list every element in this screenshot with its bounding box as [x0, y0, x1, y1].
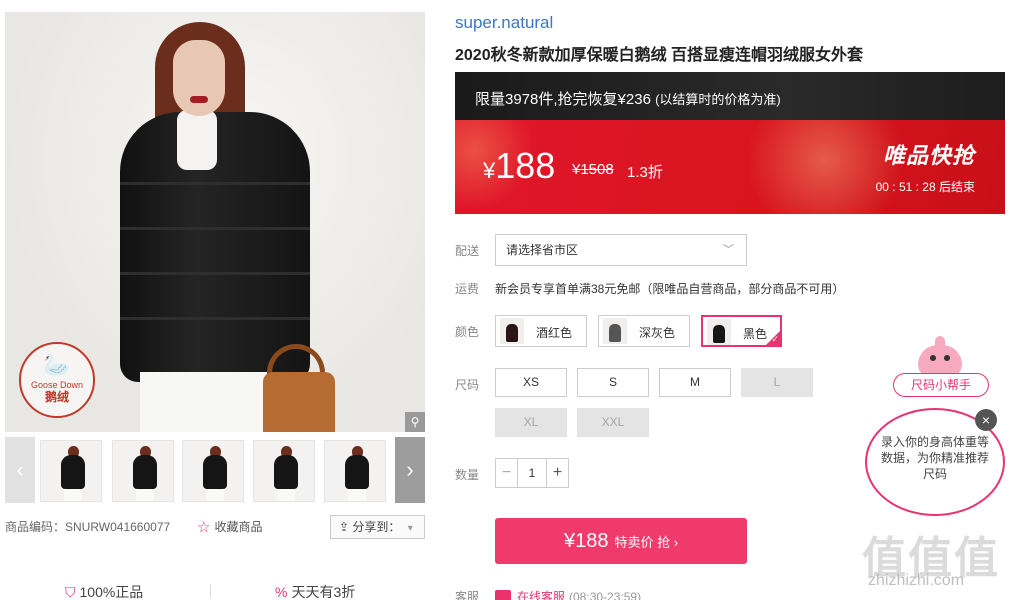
- promo-limit-text: 限量3978件,抢完恢复¥236: [475, 91, 651, 108]
- size-option-xs[interactable]: XS: [495, 368, 567, 397]
- thumbnail[interactable]: [324, 440, 386, 502]
- share-button[interactable]: ⇪ 分享到： ▾: [330, 515, 425, 539]
- sku-row: 商品编码：SNURW041660077 ☆ 收藏商品 ⇪ 分享到： ▾: [5, 515, 425, 539]
- brand-link[interactable]: super.natural: [455, 13, 553, 33]
- thumbnail[interactable]: [253, 440, 315, 502]
- size-option-xxl: XXL: [577, 408, 649, 437]
- product-title: 2020秋冬新款加厚保暖白鹅绒 百搭显瘦连帽羽绒服女外套: [455, 47, 864, 64]
- star-icon: ☆: [197, 519, 211, 536]
- service-label: 客服: [455, 590, 480, 600]
- region-select[interactable]: 请选择省市区 ﹀: [495, 234, 747, 266]
- percent-icon: %: [275, 584, 288, 600]
- sku-code: 商品编码：SNURW041660077: [5, 520, 171, 534]
- favorite-button[interactable]: ☆ 收藏商品: [197, 518, 262, 536]
- color-swatch: [707, 319, 731, 345]
- handbag: [263, 372, 335, 432]
- color-option-black[interactable]: 黑色 ✓: [701, 315, 782, 347]
- buy-now-button[interactable]: ¥188 特卖价 抢 ›: [495, 518, 747, 564]
- quantity-stepper: − 1 +: [495, 458, 569, 488]
- thumb-prev-button[interactable]: ‹: [5, 437, 35, 503]
- online-service-link[interactable]: 在线客服: [517, 590, 565, 600]
- thumbnail[interactable]: [112, 440, 174, 502]
- original-price: ¥1508: [572, 161, 614, 178]
- flash-sale-banner: ¥188 ¥1508 1.3折 唯品快抢 00 : 51 : 28 后结束: [455, 120, 1005, 214]
- guarantee-row: ⛉ 100%正品 % 天天有3折: [5, 578, 425, 600]
- color-swatch: [500, 318, 524, 344]
- thumbnail[interactable]: [40, 440, 102, 502]
- delivery-label: 配送: [455, 244, 480, 258]
- chat-icon: [495, 590, 511, 600]
- size-helper-tag[interactable]: 尺码小帮手: [893, 373, 989, 397]
- size-option-s[interactable]: S: [577, 368, 649, 397]
- goose-down-badge: 🦢 Goose Down 鹅绒: [19, 342, 95, 418]
- flash-sale-title: 唯品快抢: [882, 143, 975, 168]
- promo-limit-banner: 限量3978件,抢完恢复¥236 (以结算时的价格为准): [455, 72, 1005, 120]
- chevron-down-icon: ▾: [407, 523, 413, 534]
- discount-rate: 1.3折: [627, 164, 663, 181]
- promo-limit-note: (以结算时的价格为准): [655, 92, 781, 107]
- color-swatch: [603, 318, 627, 344]
- quantity-input[interactable]: 1: [518, 459, 546, 487]
- color-label: 颜色: [455, 325, 480, 339]
- watermark-url: zhizhizhi.com: [868, 572, 965, 589]
- thumb-next-button[interactable]: ›: [395, 437, 425, 503]
- color-option-dark-gray[interactable]: 深灰色: [598, 315, 690, 347]
- shipping-label: 运费: [455, 282, 480, 296]
- flash-price: ¥188: [483, 145, 556, 186]
- decrement-button[interactable]: −: [496, 459, 518, 487]
- magnifier-icon[interactable]: ⚲: [405, 412, 425, 432]
- main-product-image[interactable]: 🦢 Goose Down 鹅绒 ⚲: [5, 12, 425, 432]
- countdown-timer: 00 : 51 : 28 后结束: [875, 180, 975, 194]
- size-option-m[interactable]: M: [659, 368, 731, 397]
- shield-icon: ⛉: [65, 584, 76, 600]
- close-icon[interactable]: ×: [975, 409, 997, 431]
- goose-icon: 🦢: [43, 352, 71, 377]
- size-option-l: L: [741, 368, 813, 397]
- check-icon: ✓: [771, 334, 779, 344]
- thumbnail[interactable]: [182, 440, 244, 502]
- customer-service: 在线客服 (08:30-23:59): [495, 588, 641, 600]
- shipping-info: 新会员专享首单满38元免邮（限唯品自营商品，部分商品不可用）: [495, 282, 845, 296]
- share-icon: ⇪: [339, 520, 353, 534]
- increment-button[interactable]: +: [546, 459, 568, 487]
- guarantee-authentic: ⛉ 100%正品: [65, 584, 144, 600]
- chevron-down-icon: ﹀: [723, 244, 734, 256]
- size-option-xl: XL: [495, 408, 567, 437]
- quantity-label: 数量: [455, 468, 480, 482]
- color-option-wine-red[interactable]: 酒红色: [495, 315, 587, 347]
- guarantee-discount: % 天天有3折: [275, 584, 356, 600]
- thumbnail-strip: ‹ ›: [5, 437, 425, 503]
- size-label: 尺码: [455, 378, 480, 392]
